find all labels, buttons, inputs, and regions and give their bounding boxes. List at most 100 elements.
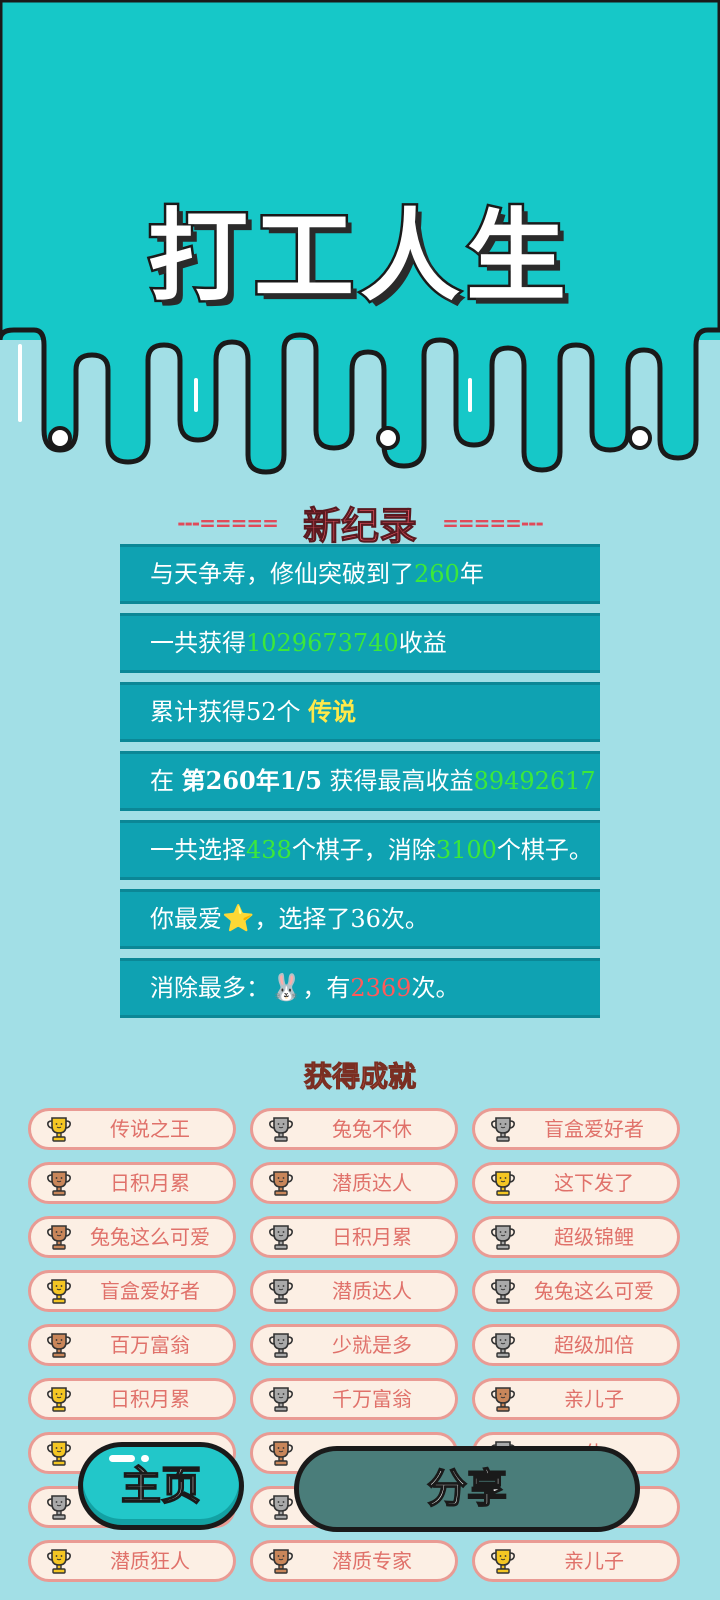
achievement-badge: 传说之王 xyxy=(28,1108,236,1150)
achievement-label: 千万富翁 xyxy=(332,1387,412,1411)
trophy-icon xyxy=(47,1225,71,1250)
stat-row: 一共选择438个棋子，消除3100个棋子。 xyxy=(120,820,600,880)
rabbit-icon: 🐰 xyxy=(270,973,303,1003)
achievement-label: 兔兔这么可爱 xyxy=(90,1225,210,1249)
right-dash-decoration: =====--- xyxy=(442,510,544,535)
stat-text: 年 xyxy=(459,560,484,588)
trophy-icon xyxy=(47,1387,71,1412)
achievement-badge: 超级加倍 xyxy=(472,1324,680,1366)
stat-text: 3100 xyxy=(435,836,497,864)
stat-text: 消除最多： xyxy=(150,974,270,1002)
achievement-label: 亲儿子 xyxy=(564,1387,624,1411)
trophy-icon xyxy=(269,1495,293,1520)
achievement-label: 超级锦鲤 xyxy=(554,1225,634,1249)
achievement-badge: 这下发了 xyxy=(472,1162,680,1204)
achievement-label: 传说之王 xyxy=(110,1117,190,1141)
achievement-badge: 千万富翁 xyxy=(250,1378,458,1420)
achievement-badge: 兔兔这么可爱 xyxy=(472,1270,680,1312)
trophy-icon xyxy=(491,1225,515,1250)
achievement-label: 亲儿子 xyxy=(564,1549,624,1573)
stat-text: 与天争寿，修仙突破到了 xyxy=(150,560,414,588)
share-button[interactable]: 分享 xyxy=(294,1446,640,1532)
stat-text: ，有 xyxy=(302,974,351,1002)
button-shine-dot xyxy=(141,1455,149,1462)
trophy-icon xyxy=(47,1117,71,1142)
trophy-icon xyxy=(47,1495,71,1520)
achievement-label: 盲盒爱好者 xyxy=(544,1117,644,1141)
achievement-label: 盲盒爱好者 xyxy=(100,1279,200,1303)
stat-text: ，选择了36次。 xyxy=(254,905,429,933)
app-title: 打工人生 xyxy=(146,196,572,318)
achievement-badge: 超级锦鲤 xyxy=(472,1216,680,1258)
achievement-label: 日积月累 xyxy=(332,1225,412,1249)
achievement-label: 潜质狂人 xyxy=(110,1549,190,1573)
trophy-icon xyxy=(47,1171,71,1196)
achievements-title: 获得成就 xyxy=(303,1060,416,1094)
achievement-badge: 潜质达人 xyxy=(250,1270,458,1312)
stat-row: 累计获得52个 传说 xyxy=(120,682,600,742)
stat-text: 传说 xyxy=(308,697,357,726)
achievement-label: 少就是多 xyxy=(332,1333,412,1357)
trophy-icon xyxy=(269,1279,293,1304)
achievement-label: 超级加倍 xyxy=(554,1333,634,1357)
trophy-icon xyxy=(47,1279,71,1304)
trophy-icon xyxy=(491,1117,515,1142)
stat-text: 1029673740 xyxy=(246,629,399,657)
stat-row: 消除最多：🐰，有2369次。 xyxy=(120,958,600,1018)
achievement-badge: 潜质狂人 xyxy=(28,1540,236,1582)
stat-row: 你最爱⭐，选择了36次。 xyxy=(120,889,600,949)
stat-row: 在 第260年1/5 获得最高收益89492617 xyxy=(120,751,600,811)
stat-text: 在 xyxy=(150,767,182,795)
stat-row: 一共获得1029673740收益 xyxy=(120,613,600,673)
stat-text: 个棋子。 xyxy=(496,836,593,864)
stat-text: 你最爱 xyxy=(150,905,222,933)
achievement-label: 兔兔不休 xyxy=(332,1117,412,1141)
achievement-label: 潜质专家 xyxy=(332,1549,412,1573)
home-button[interactable]: 主页 xyxy=(78,1442,244,1530)
trophy-icon xyxy=(491,1549,515,1574)
achievement-badge: 亲儿子 xyxy=(472,1540,680,1582)
achievement-badge: 日积月累 xyxy=(28,1162,236,1204)
achievement-badge: 潜质专家 xyxy=(250,1540,458,1582)
trophy-icon xyxy=(269,1333,293,1358)
achievement-badge: 少就是多 xyxy=(250,1324,458,1366)
stat-text: 2369 xyxy=(350,974,412,1002)
trophy-icon xyxy=(269,1171,293,1196)
stat-text: 个棋子，消除 xyxy=(291,836,436,864)
trophy-icon xyxy=(269,1441,293,1466)
home-button-label: 主页 xyxy=(120,1461,202,1510)
stat-text: 89492617 xyxy=(473,767,596,795)
trophy-icon xyxy=(269,1549,293,1574)
trophy-icon xyxy=(47,1441,71,1466)
trophy-icon xyxy=(491,1387,515,1412)
achievement-badge: 日积月累 xyxy=(250,1216,458,1258)
stat-text: 一共选择 xyxy=(150,836,246,864)
achievement-badge: 亲儿子 xyxy=(472,1378,680,1420)
achievement-label: 兔兔这么可爱 xyxy=(534,1279,654,1303)
achievement-badge: 日积月累 xyxy=(28,1378,236,1420)
stat-row: 与天争寿，修仙突破到了260年 xyxy=(120,544,600,604)
trophy-icon xyxy=(269,1225,293,1250)
trophy-icon xyxy=(47,1549,71,1574)
stat-text: 438 xyxy=(246,836,292,864)
new-record-title: 新纪录 xyxy=(302,503,417,549)
achievement-label: 潜质达人 xyxy=(332,1279,412,1303)
stat-text: 累计获得52个 xyxy=(150,698,309,726)
stat-text: 获得最高收益 xyxy=(321,767,474,795)
achievement-label: 百万富翁 xyxy=(110,1333,190,1357)
achievement-badge: 盲盒爱好者 xyxy=(28,1270,236,1312)
trophy-icon xyxy=(269,1387,293,1412)
button-shine xyxy=(109,1455,135,1462)
star-icon: ⭐ xyxy=(222,904,255,934)
new-record-header: ---===== 新纪录 =====--- xyxy=(0,495,720,550)
trophy-icon xyxy=(269,1117,293,1142)
stat-text: 一共获得 xyxy=(150,629,246,657)
achievement-badge: 兔兔不休 xyxy=(250,1108,458,1150)
achievement-label: 这下发了 xyxy=(554,1171,634,1195)
trophy-icon xyxy=(491,1333,515,1358)
achievement-badge: 兔兔这么可爱 xyxy=(28,1216,236,1258)
achievement-badge: 百万富翁 xyxy=(28,1324,236,1366)
left-dash-decoration: ---===== xyxy=(177,510,279,535)
achievement-label: 日积月累 xyxy=(110,1387,190,1411)
stat-text: 次。 xyxy=(411,974,460,1002)
